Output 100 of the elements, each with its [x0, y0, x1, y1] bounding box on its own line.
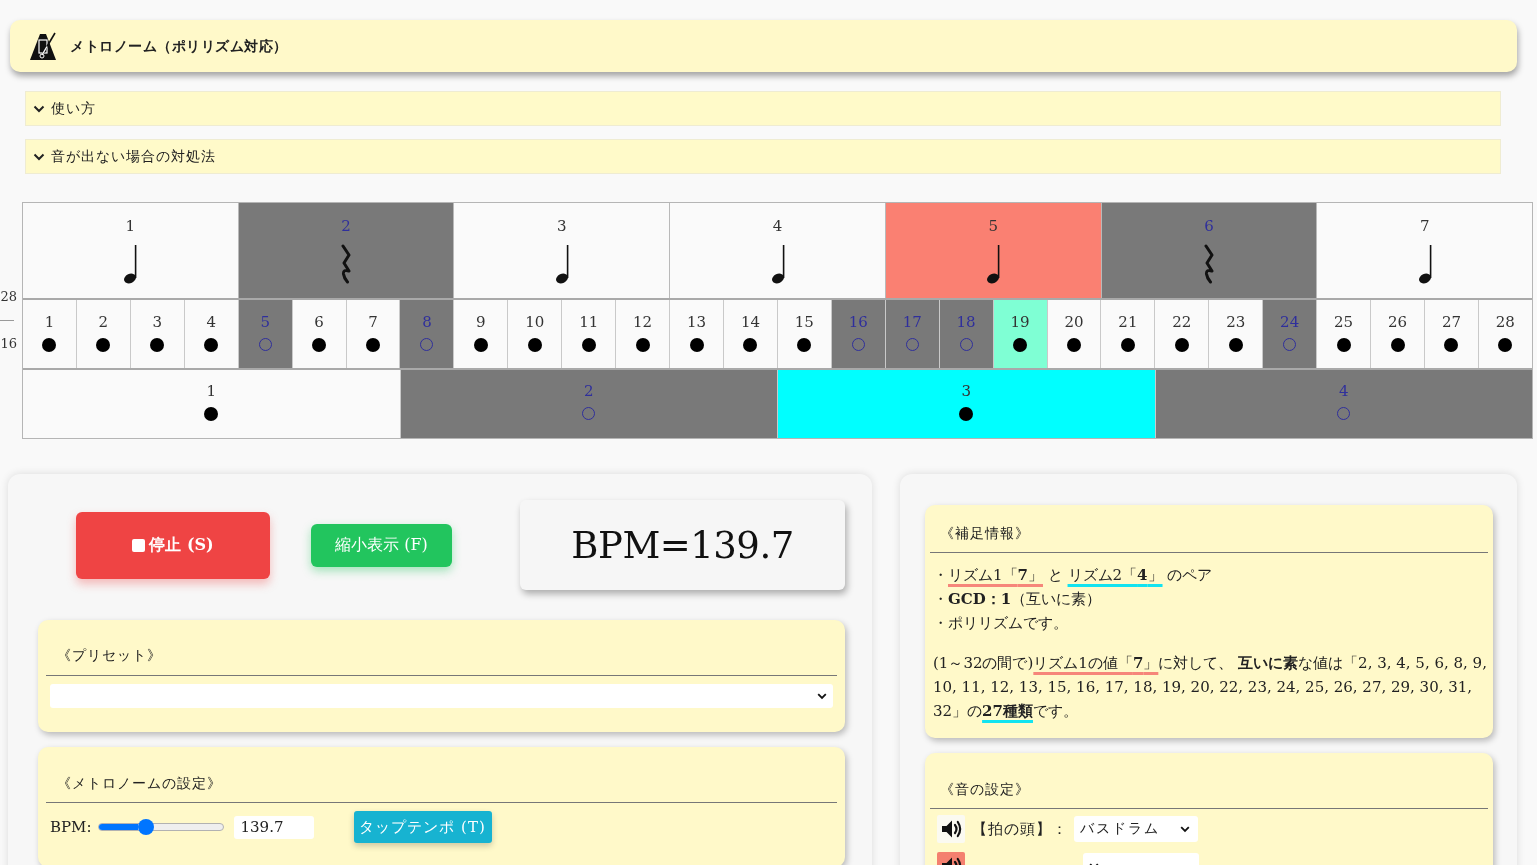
- quarter-note-icon: [553, 244, 570, 284]
- filled-dot-icon: [1336, 338, 1351, 352]
- step-number: 26: [1387, 313, 1408, 332]
- speaker-icon[interactable]: [937, 815, 965, 843]
- filled-dot-icon: [1390, 338, 1405, 352]
- filled-dot-icon: [150, 338, 165, 352]
- beat-number: 4: [772, 217, 783, 236]
- stop-icon: [132, 538, 146, 552]
- filled-dot-icon: [689, 338, 704, 352]
- beat-number: 3: [961, 382, 971, 401]
- step-number: 16: [848, 313, 868, 332]
- step-cell[interactable]: 28: [1478, 300, 1532, 368]
- filled-dot-icon: [1228, 338, 1243, 352]
- step-cell[interactable]: 20: [1047, 300, 1102, 368]
- step-number: 8: [422, 313, 432, 332]
- ratio-number: 16: [0, 335, 18, 353]
- step-number: 20: [1064, 313, 1084, 332]
- step-cell[interactable]: 10: [508, 300, 563, 368]
- filled-dot-icon: [473, 338, 488, 352]
- ratio-number: 28: [0, 288, 18, 306]
- chevron-icon: [33, 152, 45, 161]
- beat-number: 2: [341, 217, 351, 236]
- filled-dot-icon: [366, 338, 380, 352]
- beat-number: 7: [1419, 217, 1430, 236]
- filled-dot-icon: [96, 338, 111, 352]
- info-text: (1～32の間で)リズム1の値「7」に対して、 互いに素な値は「2, 3, 4, 5, 6, 8, 9, 10, 11, 12, 13, 15, 16, 17, 18, 19, 20, 22, 23, 24, 25, 26, 27, 29, 30, 31, 32」の27種類です。: [932, 653, 1488, 722]
- filled-dot-icon: [635, 338, 650, 352]
- filled-dot-icon: [204, 338, 219, 352]
- beat-cell[interactable]: 1: [23, 370, 401, 438]
- beat-cell[interactable]: 3: [778, 370, 1156, 438]
- step-number: 23: [1226, 313, 1246, 332]
- accordion-header[interactable]: 音が出ない場合の対処法: [25, 139, 1501, 174]
- step-cell[interactable]: 3: [130, 300, 185, 368]
- quarter-note-icon: [769, 244, 786, 284]
- step-number: 10: [525, 313, 545, 332]
- step-cell[interactable]: 12: [616, 300, 671, 368]
- card-title: 《メトロノームの設定》: [56, 774, 223, 793]
- beat-number: 2: [583, 382, 594, 401]
- card-title: 《プリセット》: [56, 646, 163, 665]
- beat-number: 4: [1338, 382, 1349, 401]
- beat-number: 1: [125, 217, 136, 236]
- beat-number: 5: [988, 217, 998, 236]
- card-title: 《音の設定》: [939, 780, 1031, 799]
- step-cell[interactable]: 11: [562, 300, 617, 368]
- step-number: 17: [902, 313, 922, 332]
- step-number: 25: [1334, 313, 1354, 332]
- step-cell[interactable]: 22: [1155, 300, 1210, 368]
- filled-dot-icon: [1444, 338, 1459, 352]
- sound-label: 【拍の頭】：: [972, 819, 1068, 839]
- filled-dot-icon: [743, 338, 758, 352]
- step-number: 24: [1280, 313, 1300, 332]
- step-cell[interactable]: 9: [454, 300, 509, 368]
- beat-number: 6: [1204, 217, 1214, 236]
- step-number: 14: [740, 313, 760, 332]
- step-number: 21: [1118, 313, 1138, 332]
- step-number: 2: [98, 313, 109, 332]
- step-cell[interactable]: 6: [292, 300, 347, 368]
- stop-button[interactable]: 停止 (S): [76, 511, 270, 579]
- filled-dot-icon: [959, 407, 974, 421]
- step-cell[interactable]: 2: [76, 300, 131, 368]
- step-cell[interactable]: 19: [993, 300, 1048, 368]
- step-cell[interactable]: 21: [1101, 300, 1156, 368]
- step-cell[interactable]: 14: [724, 300, 778, 368]
- step-cell[interactable]: 25: [1317, 300, 1372, 368]
- step-cell[interactable]: 27: [1424, 300, 1479, 368]
- filled-dot-icon: [1013, 338, 1028, 352]
- filled-dot-icon: [797, 338, 812, 352]
- quarter-note-icon: [1416, 244, 1433, 284]
- step-cell[interactable]: 13: [670, 300, 724, 368]
- filled-dot-icon: [1120, 338, 1135, 352]
- step-number: 28: [1495, 313, 1515, 332]
- sound-select[interactable]: バスドラム: [1074, 816, 1198, 842]
- step-number: 3: [152, 313, 163, 332]
- step-cell[interactable]: 1: [23, 300, 77, 368]
- beat-number: 1: [206, 382, 216, 401]
- filled-dot-icon: [1066, 338, 1081, 352]
- chevron-icon: [1180, 825, 1190, 833]
- step-number: 4: [206, 313, 216, 332]
- bpm-display: BPM=139.7: [520, 500, 845, 590]
- chevron-icon: [33, 104, 45, 113]
- app-title: メトロノーム（ポリリズム対応）: [70, 37, 288, 56]
- beat-number: 3: [557, 217, 567, 236]
- card-title: 《補足情報》: [939, 524, 1031, 543]
- step-number: 11: [579, 313, 599, 332]
- step-number: 19: [1010, 313, 1030, 332]
- step-number: 12: [633, 313, 653, 332]
- metronome-icon: [28, 31, 58, 61]
- step-cell[interactable]: 15: [777, 300, 832, 368]
- step-number: 13: [686, 313, 707, 332]
- accordion-header[interactable]: 使い方: [25, 91, 1501, 126]
- quarter-note-icon: [122, 244, 139, 284]
- step-number: 1: [44, 313, 55, 332]
- bpm-input[interactable]: 139.7: [233, 815, 314, 839]
- step-cell[interactable]: 4: [184, 300, 239, 368]
- filled-dot-icon: [527, 338, 542, 352]
- filled-dot-icon: [204, 407, 219, 421]
- chevron-icon: [817, 692, 827, 700]
- beat-cell[interactable]: 5: [885, 203, 1102, 298]
- info-text: ・GCD：1（互いに素）: [932, 589, 1103, 610]
- step-cell[interactable]: 26: [1371, 300, 1425, 368]
